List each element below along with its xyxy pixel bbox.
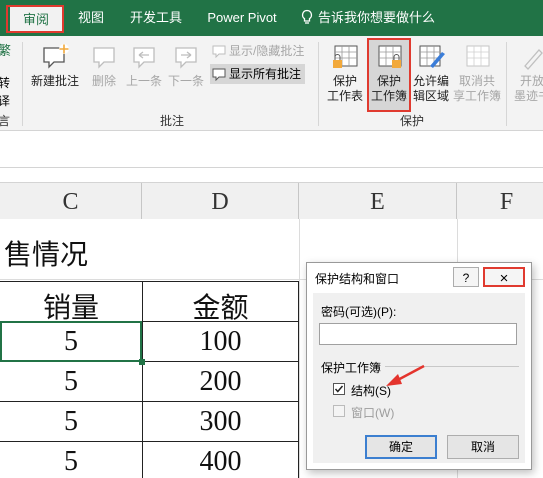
ink-button[interactable]: 开放 墨迹书 [512, 42, 543, 104]
show-all-comments-button[interactable]: 显示所有批注 [210, 64, 306, 84]
tab-developer[interactable]: 开发工具 [124, 0, 188, 36]
show-all-label: 显示所有批注 [229, 67, 302, 81]
dialog-titlebar[interactable]: 保护结构和窗口 ? × [307, 263, 531, 293]
next-label: 下一条 [167, 74, 204, 88]
cancel-button[interactable]: 取消 [447, 435, 519, 459]
delete-comment-icon [93, 47, 115, 69]
svg-text:繁: 繁 [0, 43, 11, 59]
help-button[interactable]: ? [453, 267, 479, 287]
formula-bar-area [0, 131, 543, 168]
delete-comment-button[interactable]: 删除 [86, 42, 122, 89]
fill-handle[interactable] [139, 359, 145, 365]
protect-sheet-button[interactable]: 保护 工作表 [324, 42, 366, 104]
allow-edit-label-1: 允许编 [412, 74, 449, 88]
ok-button[interactable]: 确定 [365, 435, 437, 459]
close-button[interactable]: × [483, 267, 525, 287]
show-hide-comment-button[interactable]: 显示/隐藏批注 [212, 42, 304, 60]
group-label-comments: 批注 [160, 114, 185, 128]
previous-label: 上一条 [125, 74, 162, 88]
cell-c-4[interactable]: 5 [0, 446, 142, 478]
protect-workbook-label-2: 工作簿 [370, 89, 407, 103]
next-comment-icon [175, 47, 197, 69]
gridline [299, 219, 300, 478]
tab-view[interactable]: 视图 [72, 0, 110, 36]
ribbon-tab-bar: 审阅 视图 开发工具 Power Pivot 告诉我你想要做什么 [0, 0, 543, 36]
allow-edit-ranges-icon [419, 45, 445, 68]
annotation-arrow-icon [386, 364, 425, 386]
unshare-workbook-button[interactable]: 取消共 享工作簿 [450, 42, 504, 104]
new-comment-label: 新建批注 [30, 74, 79, 88]
header-sales-qty[interactable]: 销量 [0, 286, 142, 326]
allow-edit-label-2: 辑区域 [412, 89, 449, 103]
show-hide-comment-icon [212, 45, 226, 59]
lightbulb-icon [301, 9, 313, 24]
new-comment-button[interactable]: 新建批注 [26, 42, 84, 89]
protect-workbook-icon [378, 45, 402, 68]
previous-comment-icon [133, 47, 155, 69]
protect-workbook-label-1: 保护 [376, 74, 401, 88]
cell-d-3[interactable]: 300 [142, 406, 299, 438]
header-amount[interactable]: 金额 [142, 286, 299, 326]
column-header-e[interactable]: E [299, 183, 457, 219]
column-header-f[interactable]: F [457, 183, 543, 219]
windows-label: 窗口(W) [351, 406, 395, 420]
tell-me-text: 告诉我你想要做什么 [318, 10, 436, 25]
dialog-title: 保护结构和窗口 [315, 272, 400, 286]
table-border [0, 281, 299, 282]
ink-label-1: 开放 [519, 74, 543, 88]
structure-checkbox[interactable] [333, 383, 345, 395]
protect-workbook-button[interactable]: 保护 工作簿 [368, 42, 410, 104]
show-hide-label: 显示/隐藏批注 [229, 44, 305, 58]
cell-c-3[interactable]: 5 [0, 406, 142, 438]
table-border [0, 401, 299, 402]
column-header-row: C D E F [0, 182, 543, 220]
cell-c-1[interactable]: 5 [0, 326, 142, 358]
group-label-language: 言 [0, 114, 11, 128]
column-header-c[interactable]: C [0, 183, 142, 219]
previous-comment-button[interactable]: 上一条 [124, 42, 164, 89]
allow-edit-ranges-button[interactable]: 允许编 辑区域 [412, 42, 450, 104]
new-comment-icon [43, 44, 69, 69]
tell-me-search[interactable]: 告诉我你想要做什么 [300, 0, 435, 36]
convert-chinese-button[interactable]: 繁 [0, 42, 16, 72]
highlight-box-review-tab [6, 5, 64, 33]
protect-sheet-label-2: 工作表 [326, 89, 363, 103]
next-comment-button[interactable]: 下一条 [166, 42, 206, 89]
chinese-convert-icon: 繁 [0, 43, 11, 66]
protect-workbook-section-label: 保护工作簿 [321, 361, 382, 375]
protect-sheet-label-1: 保护 [332, 74, 357, 88]
unshare-workbook-icon [466, 45, 490, 67]
cell-d-2[interactable]: 200 [142, 366, 299, 398]
partial-label-zhuan: 转 [0, 76, 11, 90]
pen-icon [524, 49, 543, 70]
password-input[interactable] [319, 323, 517, 345]
partial-label-zhuan2: 译 [0, 94, 11, 108]
windows-checkbox[interactable] [333, 405, 345, 417]
group-label-protect: 保护 [400, 114, 425, 128]
tab-power-pivot[interactable]: Power Pivot [202, 0, 282, 36]
cell-c-2[interactable]: 5 [0, 366, 142, 398]
protect-sheet-icon [333, 45, 358, 68]
checkmark-icon [334, 385, 344, 393]
group-separator [318, 42, 319, 126]
title-cell[interactable]: 售情况 [4, 233, 88, 273]
table-border [0, 441, 299, 442]
password-label: 密码(可选)(P): [321, 305, 397, 319]
ink-label-2: 墨迹书 [513, 89, 543, 103]
group-separator [22, 42, 23, 126]
unshare-label-1: 取消共 [458, 74, 495, 88]
column-header-d[interactable]: D [142, 183, 299, 219]
delete-label: 删除 [91, 74, 116, 88]
cell-d-1[interactable]: 100 [142, 326, 299, 358]
show-all-comments-icon [212, 68, 226, 82]
unshare-label-2: 享工作簿 [452, 89, 501, 103]
group-separator [506, 42, 507, 126]
cell-d-4[interactable]: 400 [142, 446, 299, 478]
